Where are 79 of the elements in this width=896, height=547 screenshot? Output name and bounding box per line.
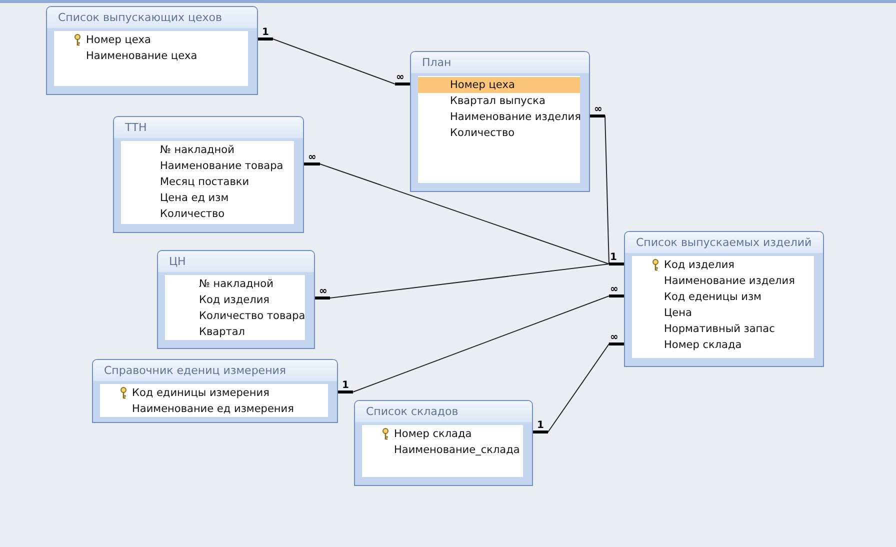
table-window[interactable]: ЦН № накладной Код изделия Количество товара Квартал xyxy=(157,250,315,349)
cardinality-label: ∞ xyxy=(319,286,328,297)
field-name: Количество xyxy=(160,208,225,220)
field-item[interactable]: Код изделия xyxy=(165,292,305,308)
field-item[interactable]: № накладной xyxy=(165,276,305,292)
field-item[interactable]: Цена xyxy=(632,305,814,321)
field-name: Наименование товара xyxy=(160,160,284,172)
table-title[interactable]: Справочник едениц измерения xyxy=(93,360,337,382)
table-title[interactable]: Список выпускаемых изделий xyxy=(625,232,823,254)
field-item[interactable]: Наименование_склада xyxy=(362,442,523,458)
field-name: Месяц поставки xyxy=(160,176,250,188)
field-name: Количество xyxy=(450,127,515,139)
field-name: Цена ед изм xyxy=(160,192,229,204)
table-window[interactable]: Список складов Номер склада Наименование_склада xyxy=(354,400,533,486)
cardinality-label: ∞ xyxy=(610,284,618,295)
cardinality-label: 1 xyxy=(342,380,349,391)
field-name: Номер склада xyxy=(394,428,472,440)
cardinality-label: 1 xyxy=(262,27,269,38)
cardinality-label: ∞ xyxy=(594,104,602,115)
key-icon xyxy=(652,259,659,271)
key-icon xyxy=(120,387,127,399)
field-item[interactable]: Месяц поставки xyxy=(121,174,294,190)
table-title[interactable]: План xyxy=(411,52,589,74)
field-name: Наименование цеха xyxy=(86,50,198,62)
field-name: Наименование_склада xyxy=(394,444,520,456)
field-item[interactable]: Наименование ед измерения xyxy=(100,401,328,417)
field-name: Наименование ед измерения xyxy=(132,403,294,415)
field-item[interactable]: Нормативный запас xyxy=(632,321,814,337)
cardinality-label: 1 xyxy=(537,420,544,431)
table-title[interactable]: ТТН xyxy=(114,117,303,139)
field-name: № накладной xyxy=(160,144,234,156)
field-name: Код еденицы изм xyxy=(664,291,762,303)
key-icon xyxy=(382,428,389,440)
table-title[interactable]: Список складов xyxy=(355,401,532,423)
field-item[interactable]: Код единицы измерения xyxy=(100,385,328,401)
field-item[interactable]: Цена ед изм xyxy=(121,190,294,206)
table-window[interactable]: Справочник едениц измерения Код единицы измерения Наименование ед измерения xyxy=(92,359,338,423)
field-item[interactable]: Номер цеха xyxy=(54,32,248,48)
key-icon xyxy=(74,34,81,46)
table-window[interactable]: Список выпускаемых изделий Код изделия Наименование изделия Код еденицы изм Цена Нормативный запас Номер склада xyxy=(624,231,824,367)
table-window[interactable]: Список выпускающих цехов Номер цеха Наименование цеха xyxy=(46,6,258,95)
field-name: Нормативный запас xyxy=(664,323,775,335)
field-item[interactable]: Наименование изделия xyxy=(418,109,580,125)
field-item[interactable]: Номер цеха xyxy=(418,77,580,93)
field-name: Наименование изделия xyxy=(450,111,581,123)
field-item[interactable]: Наименование цеха xyxy=(54,48,248,64)
field-item[interactable]: Код еденицы изм xyxy=(632,289,814,305)
field-item[interactable]: Количество товара xyxy=(165,308,305,324)
field-name: Наименование изделия xyxy=(664,275,795,287)
field-name: Код изделия xyxy=(199,294,270,306)
field-name: Квартал xyxy=(199,326,246,338)
field-item[interactable]: Наименование товара xyxy=(121,158,294,174)
field-item[interactable]: Наименование изделия xyxy=(632,273,814,289)
table-title[interactable]: ЦН xyxy=(158,251,314,273)
field-name: Номер цеха xyxy=(450,79,515,91)
field-item[interactable]: Номер склада xyxy=(632,337,814,353)
cardinality-label: ∞ xyxy=(396,72,404,83)
field-item[interactable]: Код изделия xyxy=(632,257,814,273)
cardinality-label: 1 xyxy=(610,252,617,263)
field-name: Квартал выпуска xyxy=(450,95,546,107)
field-name: № накладной xyxy=(199,278,274,290)
table-window[interactable]: ТТН № накладной Наименование товара Месяц поставки Цена ед изм Количество xyxy=(113,116,304,233)
cardinality-label: ∞ xyxy=(610,332,618,343)
field-item[interactable]: Квартал выпуска xyxy=(418,93,580,109)
field-item[interactable]: Количество xyxy=(121,206,294,222)
field-item[interactable]: № накладной xyxy=(121,142,294,158)
table-title[interactable]: Список выпускающих цехов xyxy=(47,7,257,29)
field-name: Код изделия xyxy=(664,259,734,271)
field-name: Номер цеха xyxy=(86,34,151,46)
relationship-line[interactable] xyxy=(314,262,626,300)
field-item[interactable]: Квартал xyxy=(165,324,305,340)
cardinality-label: ∞ xyxy=(308,152,316,163)
field-name: Номер склада xyxy=(664,339,742,351)
table-window[interactable]: План Номер цеха Квартал выпуска Наименование изделия Количество xyxy=(410,51,590,192)
field-name: Код единицы измерения xyxy=(132,387,270,399)
field-name: Количество товара xyxy=(199,310,306,322)
field-item[interactable]: Номер склада xyxy=(362,426,523,442)
field-name: Цена xyxy=(664,307,692,319)
field-item[interactable]: Количество xyxy=(418,125,580,141)
